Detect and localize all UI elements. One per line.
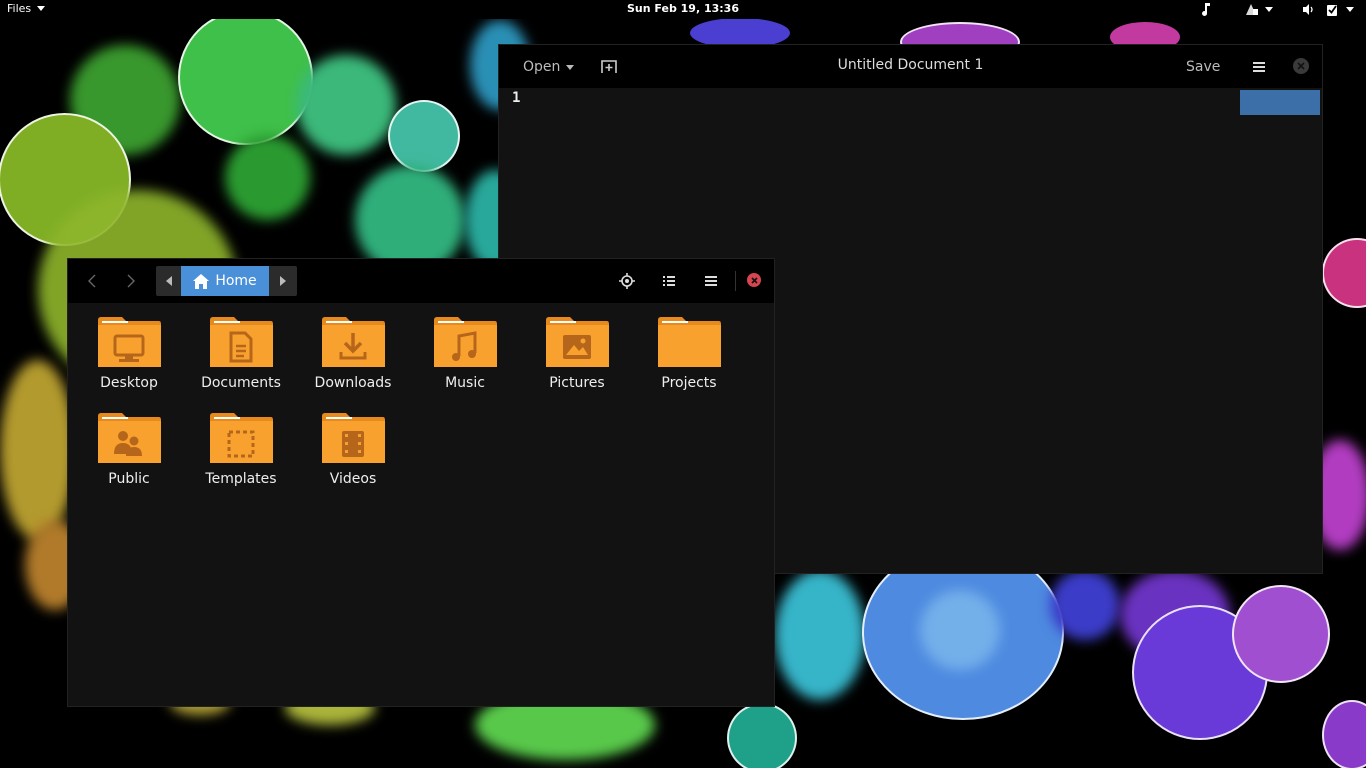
editor-menu-button[interactable]	[1249, 57, 1269, 77]
folder-projects[interactable]: Projects	[633, 303, 745, 393]
folder-documents[interactable]: Documents	[185, 303, 297, 393]
editor-close-button[interactable]	[1293, 58, 1309, 74]
triangle-right-icon	[280, 276, 286, 286]
folder-label: Projects	[661, 375, 717, 391]
folder-label: Public	[108, 471, 150, 487]
music-icon	[434, 317, 497, 367]
line-number: 1	[512, 90, 521, 106]
download-icon	[322, 317, 385, 367]
folder-grid: Desktop Documents Downloads Music Pictur…	[68, 303, 774, 706]
folder-templates[interactable]: Templates	[185, 399, 297, 489]
path-bar: Home	[156, 266, 297, 296]
folder-label: Documents	[201, 375, 281, 391]
music-note-icon	[1202, 3, 1210, 16]
folder-desktop[interactable]: Desktop	[73, 303, 185, 393]
file-manager-window: Home Desktop Documents Downloads Music P…	[68, 259, 774, 706]
files-headerbar: Home	[68, 259, 774, 303]
chevron-down-icon	[566, 64, 575, 70]
folder-label: Pictures	[549, 375, 605, 391]
chevron-down-icon	[37, 6, 46, 11]
home-icon	[193, 273, 210, 289]
path-scroll-right[interactable]	[269, 266, 297, 296]
folder-label: Downloads	[314, 375, 392, 391]
top-bar: Files Sun Feb 19, 13:36	[0, 0, 1366, 19]
files-menu-button[interactable]	[701, 271, 721, 291]
template-icon	[210, 413, 273, 463]
path-home-label: Home	[215, 273, 257, 289]
folder-label: Desktop	[100, 375, 158, 391]
crosshair-icon	[619, 273, 635, 289]
editor-headerbar: Open Untitled Document 1 Save	[499, 45, 1322, 88]
open-label: Open	[523, 59, 561, 75]
save-label: Save	[1186, 59, 1221, 75]
network-indicator[interactable]	[1239, 0, 1279, 19]
video-icon	[322, 413, 385, 463]
folder-pictures[interactable]: Pictures	[521, 303, 633, 393]
hamburger-menu-icon	[1253, 62, 1265, 72]
picture-icon	[546, 317, 609, 367]
document-title: Untitled Document 1	[837, 57, 984, 73]
header-separator	[735, 271, 736, 291]
folder-music[interactable]: Music	[409, 303, 521, 393]
folder-downloads[interactable]: Downloads	[297, 303, 409, 393]
folder-label: Videos	[329, 471, 377, 487]
new-tab-button[interactable]	[597, 57, 621, 77]
status-menu[interactable]	[1321, 0, 1366, 19]
triangle-left-icon	[165, 276, 172, 286]
app-menu-button[interactable]: Files	[7, 2, 46, 15]
minimap-viewport[interactable]	[1240, 90, 1320, 115]
list-view-icon	[663, 276, 675, 286]
media-indicator[interactable]	[1195, 0, 1217, 19]
open-button[interactable]: Open	[515, 56, 582, 78]
files-close-button[interactable]	[747, 273, 761, 287]
document-icon	[210, 317, 273, 367]
path-home-button[interactable]: Home	[181, 266, 269, 296]
chevron-down-icon	[1346, 7, 1354, 12]
chevron-down-icon	[1265, 7, 1273, 12]
chevron-right-icon	[127, 274, 135, 288]
save-button[interactable]: Save	[1182, 56, 1224, 78]
folder-public[interactable]: Public	[73, 399, 185, 489]
people-icon	[98, 413, 161, 463]
system-tray	[1195, 0, 1366, 19]
new-tab-icon	[601, 60, 617, 73]
app-menu-label: Files	[7, 2, 32, 15]
path-scroll-left[interactable]	[156, 266, 181, 296]
chevron-left-icon	[88, 274, 96, 288]
volume-icon	[1303, 4, 1313, 15]
hamburger-menu-icon	[705, 276, 717, 286]
folder-icon	[658, 317, 721, 367]
checkbox-icon	[1327, 4, 1337, 16]
forward-button[interactable]	[120, 271, 142, 291]
clock[interactable]: Sun Feb 19, 13:36	[627, 2, 739, 15]
desktop-icon	[98, 317, 161, 367]
folder-label: Templates	[205, 471, 277, 487]
close-icon	[1297, 62, 1305, 70]
folder-videos[interactable]: Videos	[297, 399, 409, 489]
location-button[interactable]	[617, 271, 637, 291]
volume-indicator[interactable]	[1297, 0, 1321, 19]
view-toggle-button[interactable]	[659, 271, 679, 291]
folder-label: Music	[445, 375, 485, 391]
back-button[interactable]	[81, 271, 103, 291]
network-icon	[1246, 4, 1258, 15]
close-icon	[750, 276, 758, 284]
